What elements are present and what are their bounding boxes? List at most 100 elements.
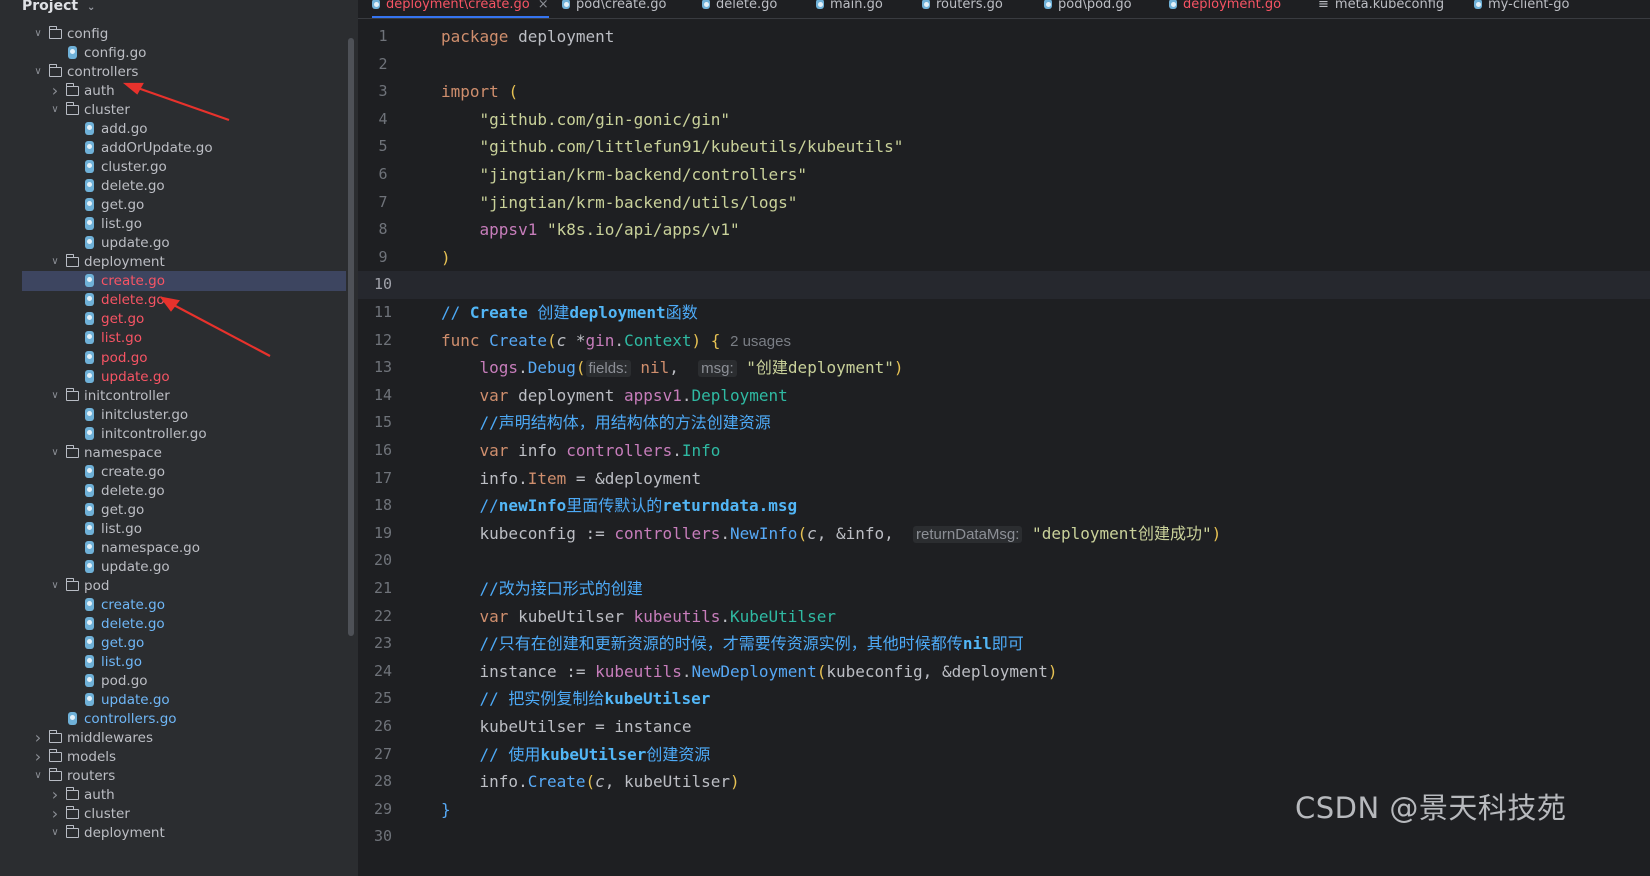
tree-folder[interactable]: ∨ deployment xyxy=(0,252,360,272)
chevron-right-icon[interactable]: › xyxy=(32,747,44,767)
code-line[interactable]: 18 //newInfo里面传默认的returndata.msg xyxy=(358,492,1650,520)
code-line[interactable]: 15 //声明结构体，用结构体的方法创建资源 xyxy=(358,409,1650,437)
tree-folder[interactable]: › auth xyxy=(0,81,360,101)
tree-scrollbar[interactable] xyxy=(348,38,354,636)
tree-folder[interactable]: ∨ pod xyxy=(0,576,360,596)
tree-file[interactable]: delete.go xyxy=(0,176,360,196)
tree-file[interactable]: addOrUpdate.go xyxy=(0,138,360,158)
chevron-right-icon[interactable]: › xyxy=(49,81,61,101)
code-line[interactable]: 10 xyxy=(358,271,1650,299)
code-line[interactable]: 3 import ( xyxy=(358,78,1650,106)
tree-file[interactable]: controllers.go xyxy=(0,709,360,729)
chevron-down-icon[interactable]: ∨ xyxy=(32,24,44,44)
tree-file[interactable]: update.go xyxy=(0,367,360,387)
tree-folder[interactable]: › auth xyxy=(0,785,360,805)
chevron-down-icon[interactable]: ∨ xyxy=(49,823,61,843)
tree-file[interactable]: pod.go xyxy=(0,671,360,691)
tree-file[interactable]: list.go xyxy=(0,214,360,234)
chevron-down-icon[interactable]: ∨ xyxy=(32,766,44,786)
code-line[interactable]: 23 //只有在创建和更新资源的时候，才需要传资源实例，其他时候都传nil即可 xyxy=(358,630,1650,658)
tree-folder[interactable]: ∨ deployment xyxy=(0,823,360,843)
tree-folder[interactable]: › models xyxy=(0,747,360,767)
code-line[interactable]: 9) xyxy=(358,244,1650,272)
tree-file[interactable]: create.go xyxy=(0,462,360,482)
code-line[interactable]: 16 var info controllers.Info xyxy=(358,437,1650,465)
tree-file[interactable]: pod.go xyxy=(0,348,360,368)
editor-tab[interactable]: my-client-go xyxy=(1474,0,1569,18)
tree-folder[interactable]: ∨ initcontroller xyxy=(0,386,360,406)
code-line[interactable]: 25 // 把实例复制给kubeUtilser xyxy=(358,685,1650,713)
tree-file[interactable]: update.go xyxy=(0,557,360,577)
code-line[interactable]: 1 package deployment xyxy=(358,23,1650,51)
tree-file[interactable]: delete.go xyxy=(0,290,360,310)
tree-file[interactable]: delete.go xyxy=(0,481,360,501)
code-line[interactable]: 27 // 使用kubeUtilser创建资源 xyxy=(358,741,1650,769)
tree-file[interactable]: create.go xyxy=(22,271,346,292)
editor-tab[interactable]: deployment\create.go × xyxy=(372,0,549,18)
code-line[interactable]: 26 kubeUtilser = instance xyxy=(358,713,1650,741)
tree-folder[interactable]: ∨ cluster xyxy=(0,100,360,120)
editor-tab[interactable]: pod\pod.go xyxy=(1044,0,1132,18)
code-line[interactable]: 7 "jingtian/krm-backend/utils/logs" xyxy=(358,189,1650,217)
chevron-right-icon[interactable]: › xyxy=(32,728,44,748)
code-line[interactable]: 12 func Create(c *gin.Context) { 2 usages xyxy=(358,327,1650,355)
tree-file[interactable]: create.go xyxy=(0,595,360,615)
chevron-down-icon[interactable]: ∨ xyxy=(49,576,61,596)
code-line[interactable]: 17 info.Item = &deployment xyxy=(358,465,1650,493)
editor-tab[interactable]: routers.go xyxy=(922,0,1003,18)
tree-folder[interactable]: ∨ routers xyxy=(0,766,360,786)
chevron-right-icon[interactable]: › xyxy=(49,804,61,824)
project-panel-title[interactable]: Project ⌄ xyxy=(0,0,374,18)
editor-tab[interactable]: deployment.go xyxy=(1169,0,1281,18)
tree-file[interactable]: initcluster.go xyxy=(0,405,360,425)
code-line[interactable]: 24 instance := kubeutils.NewDeployment(k… xyxy=(358,658,1650,686)
code-editor[interactable]: 1 package deployment 2 3 import (4 "github.c… xyxy=(358,19,1650,876)
tree-file[interactable]: update.go xyxy=(0,690,360,710)
chevron-down-icon[interactable]: ∨ xyxy=(49,252,61,272)
chevron-down-icon[interactable]: ∨ xyxy=(49,100,61,120)
code-line[interactable]: 30 xyxy=(358,823,1650,851)
code-line[interactable]: 20 xyxy=(358,547,1650,575)
tree-file[interactable]: config.go xyxy=(0,43,360,63)
close-icon[interactable]: × xyxy=(538,0,549,12)
chevron-down-icon[interactable]: ⌄ xyxy=(87,2,95,13)
tree-file[interactable]: list.go xyxy=(0,328,360,348)
code-line[interactable]: 13 logs.Debug(fields: nil, msg: "创建deplo… xyxy=(358,354,1650,382)
tree-folder[interactable]: › cluster xyxy=(0,804,360,824)
code-line[interactable]: 19 kubeconfig := controllers.NewInfo(c, … xyxy=(358,520,1650,548)
tree-folder[interactable]: ∨ controllers xyxy=(0,62,360,82)
code-line[interactable]: 22 var kubeUtilser kubeutils.KubeUtilser xyxy=(358,603,1650,631)
tree-file[interactable]: delete.go xyxy=(0,614,360,634)
editor-tab[interactable]: delete.go xyxy=(702,0,777,18)
code-line[interactable]: 8 appsv1 "k8s.io/api/apps/v1" xyxy=(358,216,1650,244)
tree-file[interactable]: list.go xyxy=(0,519,360,539)
chevron-down-icon[interactable]: ∨ xyxy=(32,62,44,82)
tree-file[interactable]: get.go xyxy=(0,500,360,520)
usages-hint[interactable]: 2 usages xyxy=(730,333,791,350)
editor-tab[interactable]: pod\create.go xyxy=(562,0,666,18)
tree-file[interactable]: initcontroller.go xyxy=(0,424,360,444)
chevron-down-icon[interactable]: ∨ xyxy=(49,386,61,406)
code-line[interactable]: 6 "jingtian/krm-backend/controllers" xyxy=(358,161,1650,189)
code-line[interactable]: 2 xyxy=(358,51,1650,79)
code-line[interactable]: 11 // Create 创建deployment函数 xyxy=(358,299,1650,327)
tree-file[interactable]: get.go xyxy=(0,195,360,215)
code-line[interactable]: 4 "github.com/gin-gonic/gin" xyxy=(358,106,1650,134)
tree-folder[interactable]: › middlewares xyxy=(0,728,360,748)
tree-folder[interactable]: ∨ config xyxy=(0,24,360,44)
tree-folder[interactable]: ∨ namespace xyxy=(0,443,360,463)
tree-file[interactable]: add.go xyxy=(0,119,360,139)
code-line[interactable]: 5 "github.com/littlefun91/kubeutils/kube… xyxy=(358,133,1650,161)
tree-file[interactable]: get.go xyxy=(0,633,360,653)
tree-file[interactable]: update.go xyxy=(0,233,360,253)
chevron-down-icon[interactable]: ∨ xyxy=(49,443,61,463)
code-line[interactable]: 21 //改为接口形式的创建 xyxy=(358,575,1650,603)
chevron-right-icon[interactable]: › xyxy=(49,785,61,805)
code-line[interactable]: 14 var deployment appsv1.Deployment xyxy=(358,382,1650,410)
editor-tab[interactable]: ≡ meta.kubeconfig xyxy=(1318,0,1444,18)
tree-file[interactable]: list.go xyxy=(0,652,360,672)
tree-file[interactable]: namespace.go xyxy=(0,538,360,558)
tree-file[interactable]: cluster.go xyxy=(0,157,360,177)
editor-tab[interactable]: main.go xyxy=(816,0,883,18)
tree-file[interactable]: get.go xyxy=(0,309,360,329)
